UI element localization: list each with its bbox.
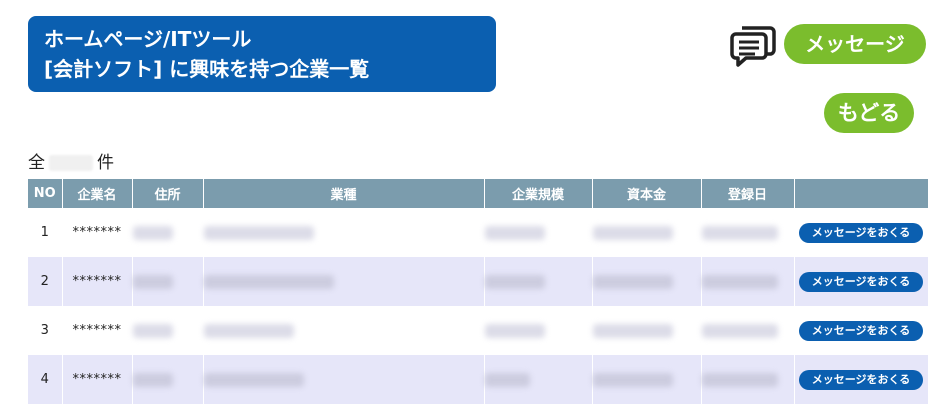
send-message-button[interactable]: メッセージをおくる xyxy=(799,320,923,341)
date-blurred xyxy=(701,274,778,289)
industry-blurred xyxy=(203,323,294,338)
date-cell xyxy=(701,355,795,404)
table-header-row: NO 企業名 住所 業種 企業規模 資本金 登録日 xyxy=(28,179,929,208)
company-table: NO 企業名 住所 業種 企業規模 資本金 登録日 1 ******* メッセー… xyxy=(28,179,929,404)
address-cell xyxy=(132,208,204,257)
page-title-box: ホームページ/ITツール [会計ソフト] に興味を持つ企業一覧 xyxy=(28,16,496,92)
date-blurred xyxy=(701,372,778,387)
count-prefix: 全 xyxy=(28,153,45,173)
column-header-company-size: 企業規模 xyxy=(484,179,593,208)
capital-cell xyxy=(592,355,702,404)
capital-cell xyxy=(592,257,702,306)
company-name: ******* xyxy=(62,208,133,257)
date-cell xyxy=(701,306,795,355)
count-suffix: 件 xyxy=(97,153,114,173)
action-cell: メッセージをおくる xyxy=(794,208,929,257)
back-button[interactable]: もどる xyxy=(824,93,914,133)
date-cell xyxy=(701,257,795,306)
column-header-company-name: 企業名 xyxy=(62,179,133,208)
address-blurred xyxy=(132,274,173,289)
capital-blurred xyxy=(592,372,673,387)
column-header-no: NO xyxy=(28,179,63,208)
size-cell xyxy=(484,355,593,404)
size-blurred xyxy=(484,225,545,240)
action-cell: メッセージをおくる xyxy=(794,257,929,306)
industry-cell xyxy=(203,257,485,306)
message-icon[interactable] xyxy=(730,22,778,68)
capital-blurred xyxy=(592,323,673,338)
address-cell xyxy=(132,257,204,306)
capital-cell xyxy=(592,208,702,257)
capital-cell xyxy=(592,306,702,355)
column-header-address: 住所 xyxy=(132,179,204,208)
message-button[interactable]: メッセージ xyxy=(784,24,926,64)
industry-blurred xyxy=(203,274,334,289)
column-header-capital: 資本金 xyxy=(592,179,702,208)
date-blurred xyxy=(701,225,778,240)
row-number: 4 xyxy=(28,355,63,404)
address-blurred xyxy=(132,372,173,387)
row-number: 3 xyxy=(28,306,63,355)
industry-blurred xyxy=(203,225,314,240)
date-blurred xyxy=(701,323,778,338)
send-message-button[interactable]: メッセージをおくる xyxy=(799,369,923,390)
date-cell xyxy=(701,208,795,257)
row-number: 2 xyxy=(28,257,63,306)
industry-blurred xyxy=(203,372,304,387)
column-header-action xyxy=(794,179,929,208)
address-blurred xyxy=(132,323,173,338)
row-number: 1 xyxy=(28,208,63,257)
address-blurred xyxy=(132,225,173,240)
page-title-line2: [会計ソフト] に興味を持つ企業一覧 xyxy=(44,57,370,81)
size-blurred xyxy=(484,274,545,289)
table-row: 2 ******* メッセージをおくる xyxy=(28,257,929,306)
table-row: 3 ******* メッセージをおくる xyxy=(28,306,929,355)
industry-cell xyxy=(203,355,485,404)
address-cell xyxy=(132,306,204,355)
size-cell xyxy=(484,257,593,306)
action-cell: メッセージをおくる xyxy=(794,355,929,404)
size-cell xyxy=(484,306,593,355)
page-title-line1: ホームページ/ITツール xyxy=(44,27,252,51)
capital-blurred xyxy=(592,225,673,240)
company-name: ******* xyxy=(62,355,133,404)
column-header-registration-date: 登録日 xyxy=(701,179,795,208)
company-name: ******* xyxy=(62,257,133,306)
size-cell xyxy=(484,208,593,257)
action-cell: メッセージをおくる xyxy=(794,306,929,355)
send-message-button[interactable]: メッセージをおくる xyxy=(799,271,923,292)
table-row: 1 ******* メッセージをおくる xyxy=(28,208,929,257)
size-blurred xyxy=(484,372,530,387)
count-value-blurred xyxy=(49,155,93,171)
size-blurred xyxy=(484,323,545,338)
column-header-industry: 業種 xyxy=(203,179,485,208)
result-count: 全件 xyxy=(28,152,114,174)
industry-cell xyxy=(203,306,485,355)
table-row: 4 ******* メッセージをおくる xyxy=(28,355,929,404)
address-cell xyxy=(132,355,204,404)
industry-cell xyxy=(203,208,485,257)
company-name: ******* xyxy=(62,306,133,355)
capital-blurred xyxy=(592,274,673,289)
send-message-button[interactable]: メッセージをおくる xyxy=(799,222,923,243)
